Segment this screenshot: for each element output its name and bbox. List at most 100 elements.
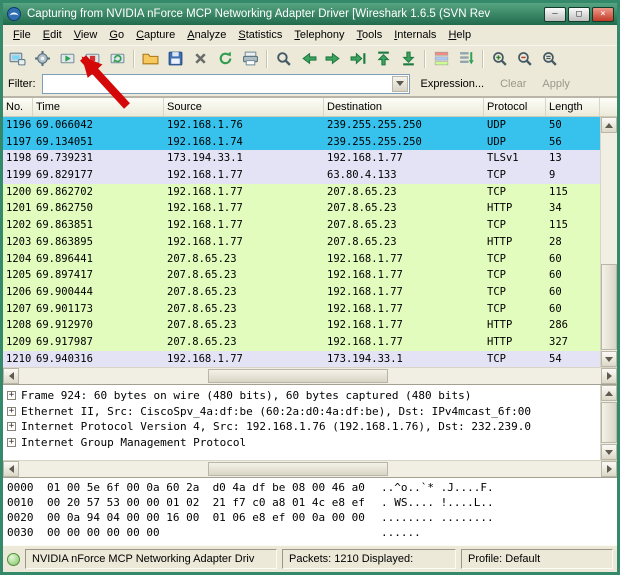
find-button[interactable] — [271, 47, 296, 71]
packet-list-hscrollbar[interactable] — [3, 367, 617, 384]
packet-row[interactable]: 120469.896441207.8.65.23192.168.1.77TCP6… — [3, 251, 600, 268]
goto-packet-button[interactable] — [346, 47, 371, 71]
scroll-left-icon[interactable] — [3, 461, 19, 477]
expander-icon[interactable]: + — [7, 391, 16, 400]
capture-options-button[interactable] — [30, 47, 55, 71]
apply-button[interactable]: Apply — [537, 76, 575, 92]
packet-row[interactable]: 120669.900444207.8.65.23192.168.1.77TCP6… — [3, 284, 600, 301]
detail-line[interactable]: +Ethernet II, Src: CiscoSpv_4a:df:be (60… — [7, 404, 597, 420]
menu-statistics[interactable]: Statistics — [232, 27, 288, 43]
detail-line[interactable]: +Internet Protocol Version 4, Src: 192.1… — [7, 419, 597, 435]
packet-destination: 192.168.1.77 — [324, 267, 484, 284]
zoom-100-button[interactable] — [537, 47, 562, 71]
clear-button[interactable]: Clear — [495, 76, 531, 92]
expander-icon[interactable]: + — [7, 422, 16, 431]
menu-analyze[interactable]: Analyze — [181, 27, 232, 43]
menu-internals[interactable]: Internals — [388, 27, 442, 43]
zoom-out-button[interactable] — [512, 47, 537, 71]
column-header-protocol[interactable]: Protocol — [484, 98, 546, 116]
menu-help[interactable]: Help — [442, 27, 477, 43]
packet-row[interactable]: 120569.897417207.8.65.23192.168.1.77TCP6… — [3, 267, 600, 284]
packet-source: 192.168.1.77 — [164, 234, 324, 251]
vscroll-thumb[interactable] — [601, 264, 617, 350]
interfaces-button[interactable] — [5, 47, 30, 71]
packet-list-vscrollbar[interactable] — [600, 117, 617, 367]
details-vscrollbar[interactable] — [600, 385, 617, 460]
packet-length: 60 — [546, 284, 600, 301]
filter-input[interactable] — [44, 76, 391, 92]
maximize-button[interactable]: □ — [568, 7, 590, 22]
details-hscrollbar[interactable] — [3, 460, 617, 477]
details-vscroll-thumb[interactable] — [601, 402, 617, 443]
packet-list-pane: No.TimeSourceDestinationProtocolLength 1… — [3, 97, 617, 384]
capture-start-button[interactable] — [55, 47, 80, 71]
packet-row[interactable]: 120269.863851192.168.1.77207.8.65.23TCP1… — [3, 217, 600, 234]
hex-ascii: ........ ........ — [381, 511, 494, 526]
expert-info-icon[interactable] — [7, 553, 20, 566]
packet-row[interactable]: 119869.739231173.194.33.1192.168.1.77TLS… — [3, 150, 600, 167]
expression-button[interactable]: Expression... — [416, 76, 490, 92]
filter-combobox[interactable] — [42, 74, 410, 94]
capture-start-icon — [59, 50, 76, 67]
menu-telephony[interactable]: Telephony — [288, 27, 350, 43]
detail-line[interactable]: +Internet Group Management Protocol — [7, 435, 597, 451]
packet-row[interactable]: 120169.862750192.168.1.77207.8.65.23HTTP… — [3, 200, 600, 217]
close-button[interactable]: × — [592, 7, 614, 22]
scroll-up-icon[interactable] — [601, 385, 617, 401]
packet-row[interactable]: 120969.917987207.8.65.23192.168.1.77HTTP… — [3, 334, 600, 351]
column-header-no[interactable]: No. — [3, 98, 33, 116]
colorize-button[interactable] — [429, 47, 454, 71]
detail-line[interactable]: + Frame 924: 60 bytes on wire (480 bits),… — [7, 388, 597, 404]
packet-row[interactable]: 121069.940316192.168.1.77173.194.33.1TCP… — [3, 351, 600, 367]
title-bar: Capturing from NVIDIA nForce MCP Network… — [3, 3, 617, 25]
expander-icon[interactable]: + — [7, 438, 16, 447]
scroll-up-icon[interactable] — [601, 117, 617, 133]
save-button[interactable] — [163, 47, 188, 71]
packet-row[interactable]: 120369.863895192.168.1.77207.8.65.23HTTP… — [3, 234, 600, 251]
filter-dropdown-arrow-icon[interactable] — [392, 76, 408, 92]
goto-top-button[interactable] — [371, 47, 396, 71]
capture-restart-icon — [109, 50, 126, 67]
hscroll-thumb[interactable] — [208, 369, 388, 383]
column-header-source[interactable]: Source — [164, 98, 324, 116]
minimize-button[interactable]: – — [544, 7, 566, 22]
menu-go[interactable]: Go — [103, 27, 130, 43]
forward-button[interactable] — [321, 47, 346, 71]
menu-capture[interactable]: Capture — [130, 27, 181, 43]
detail-text: Frame 924: 60 bytes on wire (480 bits), … — [21, 389, 471, 402]
autoscroll-button[interactable] — [454, 47, 479, 71]
menu-tools[interactable]: Tools — [351, 27, 389, 43]
scroll-down-icon[interactable] — [601, 444, 617, 460]
expander-icon[interactable]: + — [7, 407, 16, 416]
open-button[interactable] — [138, 47, 163, 71]
menu-edit[interactable]: Edit — [37, 27, 68, 43]
packet-no: 1201 — [3, 200, 33, 217]
zoom-in-button[interactable] — [487, 47, 512, 71]
goto-bottom-button[interactable] — [396, 47, 421, 71]
scroll-right-icon[interactable] — [601, 368, 617, 384]
menu-view[interactable]: View — [68, 27, 104, 43]
close-button[interactable] — [188, 47, 213, 71]
reload-button[interactable] — [213, 47, 238, 71]
scroll-left-icon[interactable] — [3, 368, 19, 384]
column-header-destination[interactable]: Destination — [324, 98, 484, 116]
capture-stop-button[interactable] — [80, 47, 105, 71]
capture-restart-button[interactable] — [105, 47, 130, 71]
packet-row[interactable]: 119969.829177192.168.1.7763.80.4.133TCP9 — [3, 167, 600, 184]
packet-row[interactable]: 120069.862702192.168.1.77207.8.65.23TCP1… — [3, 184, 600, 201]
packet-row[interactable]: 119769.134051192.168.1.74239.255.255.250… — [3, 134, 600, 151]
menu-file[interactable]: File — [7, 27, 37, 43]
filter-label: Filter: — [8, 78, 36, 90]
hscroll-thumb[interactable] — [208, 462, 388, 476]
print-button[interactable] — [238, 47, 263, 71]
packet-row[interactable]: 120769.901173207.8.65.23192.168.1.77TCP6… — [3, 301, 600, 318]
scroll-down-icon[interactable] — [601, 351, 617, 367]
packet-row[interactable]: 120869.912970207.8.65.23192.168.1.77HTTP… — [3, 317, 600, 334]
scroll-right-icon[interactable] — [601, 461, 617, 477]
packet-row[interactable]: 119669.066042192.168.1.76239.255.255.250… — [3, 117, 600, 134]
column-header-length[interactable]: Length — [546, 98, 600, 116]
hex-offset: 0010 — [7, 496, 47, 511]
column-header-time[interactable]: Time — [33, 98, 164, 116]
back-button[interactable] — [296, 47, 321, 71]
packet-destination: 239.255.255.250 — [324, 134, 484, 151]
